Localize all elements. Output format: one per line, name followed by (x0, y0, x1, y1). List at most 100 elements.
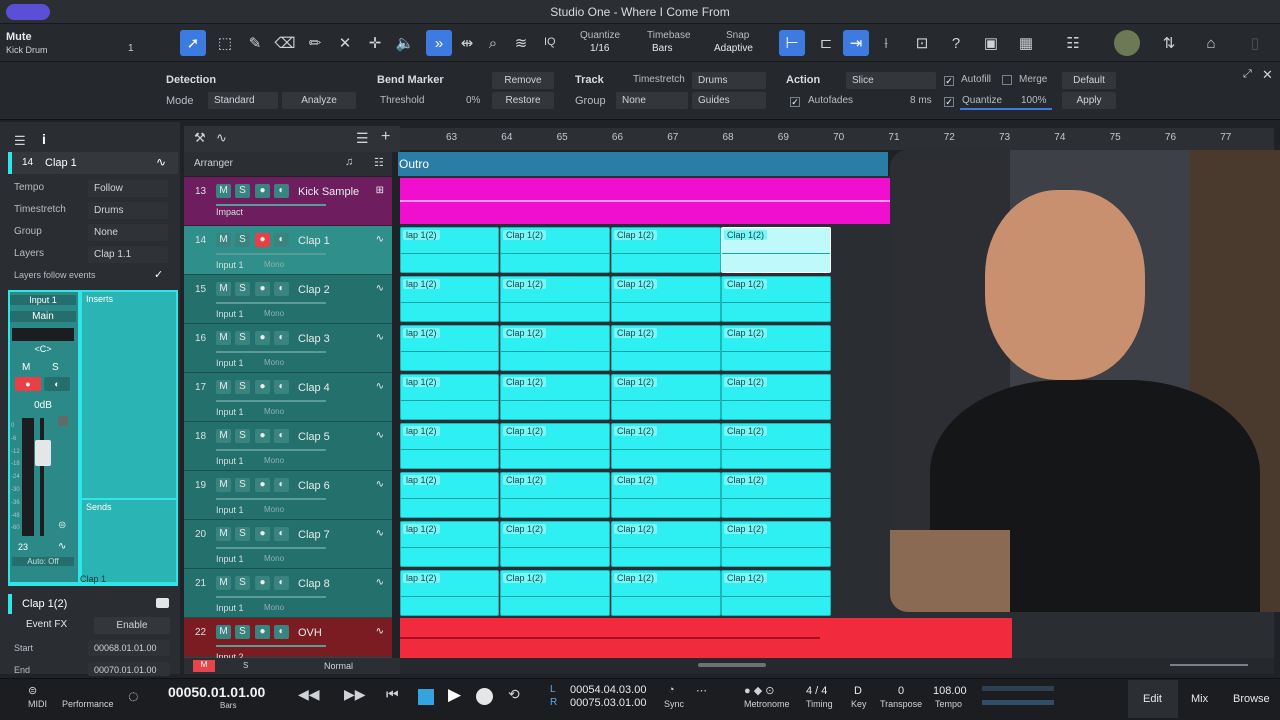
track-record-button[interactable]: ● (255, 527, 270, 541)
return-zero-icon[interactable]: ⏮ (386, 686, 399, 703)
layers-follow-checkbox[interactable]: ✓ (154, 268, 163, 281)
track-name[interactable]: Clap 8 (298, 578, 330, 590)
audio-clip[interactable]: Clap 1(2) (611, 570, 721, 616)
track-input[interactable]: Input 1 (216, 358, 244, 368)
track-lane[interactable]: lap 1(2) Clap 1(2) Clap 1(2) Clap 1(2) (400, 324, 890, 372)
track-mute-button[interactable]: M (216, 380, 231, 394)
merge-checkbox[interactable] (1002, 75, 1012, 88)
track-lane[interactable]: lap 1(2) Clap 1(2) Clap 1(2) Clap 1(2) (400, 569, 890, 617)
expand-icon[interactable]: ⤢ (1243, 68, 1252, 81)
guides-select[interactable]: Guides (692, 92, 766, 109)
track-volume-fader[interactable] (216, 645, 326, 647)
track-header[interactable]: 13 M S ● ◐ Kick Sample ⊞ Impact (184, 177, 392, 226)
track-header[interactable]: 22 M S ● ◐ OVH ∿ Input 2 (184, 618, 392, 662)
analyze-button[interactable]: Analyze (282, 92, 356, 109)
follow-icon[interactable]: ⇹ (454, 30, 480, 56)
audio-clip[interactable]: Clap 1(2) (500, 521, 610, 567)
audio-clip[interactable]: Clap 1(2) (500, 227, 610, 273)
track-lane[interactable]: lap 1(2) Clap 1(2) Clap 1(2) Clap 1(2) (400, 471, 890, 519)
track-volume-fader[interactable] (216, 302, 326, 304)
track-waveform-icon[interactable]: ∿ (376, 234, 384, 245)
restore-button[interactable]: Restore (492, 92, 554, 109)
track-header[interactable]: 16 M S ● ◐ Clap 3 ∿ Input 1 Mono (184, 324, 392, 373)
footer-mode-select[interactable]: Normal (324, 661, 353, 671)
track-lane[interactable]: lap 1(2) Clap 1(2) Clap 1(2) Clap 1(2) (400, 275, 890, 323)
instrument-icon[interactable]: ⊡ (909, 30, 935, 56)
timing-value[interactable]: 4 / 4 (806, 685, 827, 697)
automation-view-icon[interactable]: ∿ (216, 130, 227, 146)
loop-tool-icon[interactable]: ≋ (508, 30, 534, 56)
track-mute-button[interactable]: M (216, 331, 231, 345)
audio-clip[interactable]: lap 1(2) (400, 325, 499, 371)
track-waveform-icon[interactable]: ∿ (376, 381, 384, 392)
track-monitor-button[interactable]: ◐ (274, 625, 289, 639)
arranger-note-icon[interactable]: ♫ (345, 156, 353, 168)
track-volume-fader[interactable] (216, 204, 326, 206)
track-header[interactable]: 18 M S ● ◐ Clap 5 ∿ Input 1 Mono (184, 422, 392, 471)
track-input[interactable]: Input 1 (216, 407, 244, 417)
arranger-section-outro[interactable] (398, 152, 888, 176)
channel-input[interactable]: Input 1 (10, 295, 76, 305)
audio-clip[interactable]: Clap 1(2) (611, 276, 721, 322)
audio-clip[interactable]: Clap 1(2) (721, 227, 831, 273)
position-unit[interactable]: Bars (220, 701, 236, 710)
track-monitor-button[interactable]: ◐ (274, 576, 289, 590)
channel-mute-button[interactable]: M (22, 362, 30, 373)
inspector-select-tempo[interactable]: Follow (88, 180, 168, 197)
video-icon[interactable]: ▣ (978, 30, 1004, 56)
split-view-icon[interactable]: ⊏ (813, 30, 839, 56)
track-mute-button[interactable]: M (216, 233, 231, 247)
clock-icon[interactable]: ◌ (128, 686, 139, 707)
autofill-checkbox[interactable]: ✓ (944, 75, 954, 87)
channel-monitor-button[interactable]: ◐ (44, 377, 70, 391)
track-input[interactable]: Input 1 (216, 309, 244, 319)
play-button[interactable]: ▶ (448, 685, 461, 705)
mode-select[interactable]: Standard (208, 92, 278, 109)
track-monitor-button[interactable]: ◐ (274, 184, 289, 198)
listen-tool-icon[interactable]: 🔈 (392, 30, 418, 56)
audio-clip[interactable]: Clap 1(2) (611, 227, 721, 273)
track-record-button[interactable]: ● (255, 380, 270, 394)
threshold-value[interactable]: 0% (466, 95, 480, 106)
slice-select[interactable]: Slice (846, 72, 936, 89)
track-solo-button[interactable]: S (235, 478, 250, 492)
arrow-tool-icon[interactable]: ➚ (180, 30, 206, 56)
zoom-slider[interactable] (1170, 664, 1248, 666)
group-select[interactable]: None (616, 92, 688, 109)
track-header[interactable]: 19 M S ● ◐ Clap 6 ∿ Input 1 Mono (184, 471, 392, 520)
track-name[interactable]: Clap 6 (298, 480, 330, 492)
mix-tab[interactable]: Mix (1191, 693, 1208, 705)
mute-tool-icon[interactable]: ✕ (332, 30, 358, 56)
audio-clip[interactable]: Clap 1(2) (611, 374, 721, 420)
track-mute-button[interactable]: M (216, 184, 231, 198)
audio-clip[interactable]: Clap 1(2) (611, 423, 721, 469)
link-icon[interactable]: ⊜ (58, 520, 66, 531)
list-icon[interactable]: ☰ (14, 133, 26, 149)
track-solo-button[interactable]: S (235, 233, 250, 247)
help-icon[interactable]: ? (943, 30, 969, 56)
track-name[interactable]: Clap 2 (298, 284, 330, 296)
track-solo-button[interactable]: S (235, 576, 250, 590)
stop-button[interactable] (418, 689, 434, 705)
track-volume-fader[interactable] (216, 400, 326, 402)
audio-clip[interactable]: Clap 1(2) (500, 570, 610, 616)
track-instrument[interactable]: Impact (216, 207, 243, 217)
track-waveform-icon[interactable]: ∿ (376, 626, 384, 637)
track-lane[interactable]: lap 1(2) Clap 1(2) Clap 1(2) Clap 1(2) (400, 520, 890, 568)
snap-select[interactable]: Adaptive (714, 43, 753, 54)
audio-clip[interactable]: lap 1(2) (400, 423, 499, 469)
track-record-button[interactable]: ● (255, 625, 270, 639)
track-record-button[interactable]: ● (255, 282, 270, 296)
audio-clip[interactable]: lap 1(2) (400, 276, 499, 322)
timestretch-select[interactable]: Drums (692, 72, 766, 89)
audio-clip[interactable]: lap 1(2) (400, 227, 499, 273)
end-value[interactable]: 00070.01.01.00 (88, 662, 170, 676)
audio-clip[interactable]: lap 1(2) (400, 472, 499, 518)
home-icon[interactable]: ⌂ (1198, 30, 1224, 56)
track-volume-fader[interactable] (216, 253, 326, 255)
track-record-button[interactable]: ● (255, 478, 270, 492)
track-input[interactable]: Input 1 (216, 603, 244, 613)
track-lane[interactable]: lap 1(2) Clap 1(2) Clap 1(2) Clap 1(2) (400, 422, 890, 470)
remove-button[interactable]: Remove (492, 72, 554, 89)
track-monitor-button[interactable]: ◐ (274, 282, 289, 296)
